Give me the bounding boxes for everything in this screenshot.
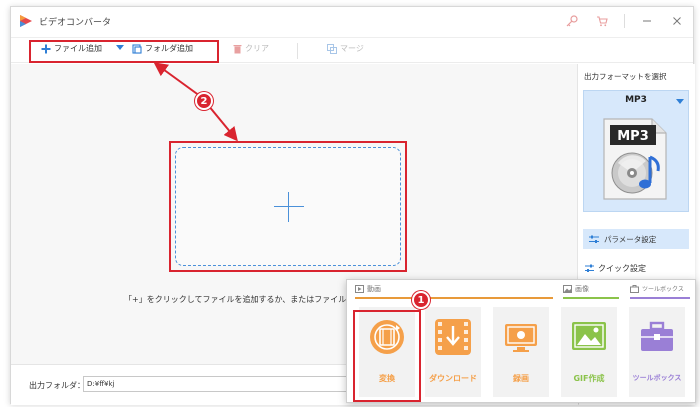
mp3-icon-text: MP3 bbox=[617, 129, 649, 144]
sliders-icon bbox=[589, 235, 599, 243]
toolbox-tile[interactable]: ツールボックス bbox=[629, 307, 685, 397]
clear-label: クリア bbox=[245, 44, 269, 53]
quick-settings-label: クイック設定 bbox=[598, 264, 646, 273]
download-tile[interactable]: ダウンロード bbox=[425, 307, 481, 397]
tab-image[interactable]: 画像 bbox=[563, 284, 589, 294]
tool-launcher-popup: 動画 画像 ツールボックス 変換 ダウンロード 録画 GIF作成 ツールボックス bbox=[346, 279, 696, 403]
trash-icon bbox=[233, 44, 242, 53]
toolbar: ファイル追加 フォルダ追加 クリア マージ bbox=[11, 37, 693, 63]
clear-button[interactable]: クリア bbox=[233, 43, 269, 54]
merge-icon bbox=[327, 43, 337, 54]
merge-label: マージ bbox=[340, 44, 364, 53]
convert-annotation-highlight bbox=[353, 310, 421, 402]
cart-icon[interactable] bbox=[594, 13, 610, 29]
step-1-badge: 1 bbox=[412, 291, 430, 309]
parameter-settings-button[interactable]: パラメータ設定 bbox=[583, 229, 689, 249]
app-logo-icon bbox=[20, 15, 32, 27]
title-bar: ビデオコンバータ bbox=[11, 7, 693, 35]
format-selector[interactable]: MP3 MP3 bbox=[583, 90, 689, 212]
toolbar-annotation-highlight bbox=[29, 40, 219, 63]
drop-hint-text: 「+」をクリックしてファイルを追加するか、またはファイル bbox=[124, 295, 347, 304]
toolbar-divider bbox=[297, 43, 298, 59]
screen-record-icon bbox=[505, 324, 537, 352]
app-title: ビデオコンバータ bbox=[39, 18, 112, 28]
image-section-line bbox=[563, 297, 619, 299]
tab-tools[interactable]: ツールボックス bbox=[630, 284, 684, 293]
step-2-badge: 2 bbox=[195, 92, 213, 110]
toolbox-icon bbox=[641, 321, 673, 351]
plus-icon bbox=[288, 192, 289, 222]
title-divider bbox=[624, 14, 625, 28]
tools-section-line bbox=[630, 297, 690, 299]
tab-video[interactable]: 動画 bbox=[355, 284, 381, 294]
screen-record-tile[interactable]: 録画 bbox=[493, 307, 549, 397]
format-section-title: 出力フォーマットを選択 bbox=[584, 72, 667, 81]
add-file-dropzone[interactable] bbox=[175, 147, 401, 266]
image-tab-icon bbox=[563, 285, 572, 293]
gif-maker-label: GIF作成 bbox=[573, 374, 605, 383]
output-folder-label: 出力フォルダ： bbox=[29, 381, 85, 390]
mp3-file-icon: MP3 bbox=[603, 118, 667, 200]
dropdown-arrow-icon bbox=[676, 99, 684, 104]
download-label: ダウンロード bbox=[429, 374, 477, 383]
video-section-line bbox=[355, 297, 553, 299]
merge-button[interactable]: マージ bbox=[327, 43, 364, 54]
tab-video-label: 動画 bbox=[367, 285, 381, 293]
tab-image-label: 画像 bbox=[575, 285, 589, 293]
format-name: MP3 bbox=[625, 95, 647, 105]
minimize-icon[interactable] bbox=[639, 13, 655, 29]
toolbox-label: ツールボックス bbox=[632, 374, 682, 382]
screen-record-label: 録画 bbox=[513, 374, 529, 383]
quick-settings-icon bbox=[585, 264, 594, 272]
output-folder-field[interactable]: D:¥ff¥kj bbox=[83, 376, 363, 392]
download-icon bbox=[435, 319, 471, 355]
quick-settings: クイック設定 bbox=[585, 263, 646, 274]
video-tab-icon bbox=[355, 285, 364, 293]
tab-tools-label: ツールボックス bbox=[642, 286, 684, 293]
key-icon[interactable] bbox=[564, 13, 580, 29]
gif-maker-tile[interactable]: GIF作成 bbox=[561, 307, 617, 397]
parameter-settings-label: パラメータ設定 bbox=[604, 234, 657, 244]
close-icon[interactable] bbox=[669, 13, 685, 29]
toolbox-tab-icon bbox=[630, 284, 639, 293]
gif-image-icon bbox=[572, 322, 606, 350]
dropzone-annotation-highlight bbox=[169, 141, 407, 272]
